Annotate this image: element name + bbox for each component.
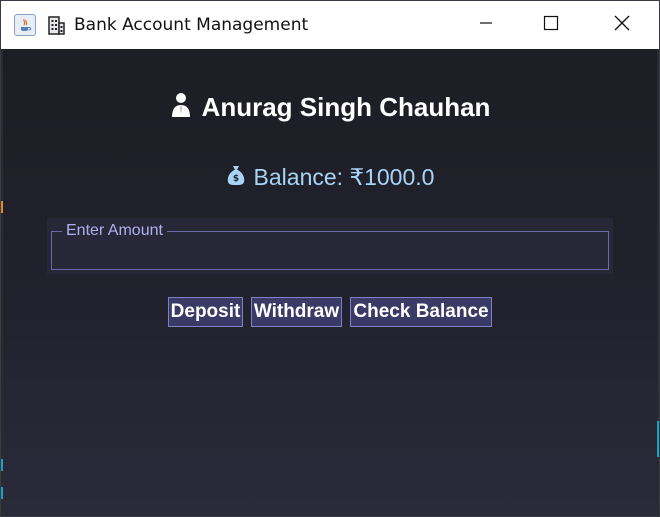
app-window: Bank Account Management Anurag Singh Cha… bbox=[0, 0, 660, 517]
right-window-edge bbox=[657, 49, 659, 516]
title-bar[interactable]: Bank Account Management bbox=[1, 1, 659, 49]
svg-text:$: $ bbox=[232, 174, 238, 184]
java-icon bbox=[14, 14, 36, 36]
user-header: Anurag Singh Chauhan bbox=[3, 89, 657, 125]
minimize-icon bbox=[479, 16, 493, 35]
check-balance-button[interactable]: Check Balance bbox=[350, 297, 492, 327]
withdraw-button[interactable]: Withdraw bbox=[251, 297, 342, 327]
amount-field-border: Enter Amount bbox=[51, 222, 609, 270]
minimize-button[interactable] bbox=[451, 1, 521, 49]
amount-field-label: Enter Amount bbox=[62, 222, 167, 240]
balance-display: $ Balance: ₹1000.0 bbox=[3, 161, 657, 193]
close-button[interactable] bbox=[587, 1, 657, 49]
account-panel: Anurag Singh Chauhan $ Balance: ₹1000.0 … bbox=[3, 49, 657, 516]
maximize-icon bbox=[543, 15, 559, 36]
amount-input[interactable] bbox=[58, 240, 602, 266]
close-icon bbox=[614, 15, 630, 36]
maximize-button[interactable] bbox=[516, 1, 586, 49]
money-bag-icon: $ bbox=[226, 164, 246, 191]
amount-panel: Enter Amount bbox=[47, 218, 613, 274]
window-title: Bank Account Management bbox=[74, 15, 309, 35]
balance-label: Balance: ₹1000.0 bbox=[253, 163, 435, 190]
edge-mark bbox=[657, 421, 659, 457]
account-holder-name: Anurag Singh Chauhan bbox=[201, 91, 491, 122]
person-icon bbox=[170, 92, 192, 123]
building-icon bbox=[45, 14, 67, 36]
deposit-button[interactable]: Deposit bbox=[168, 297, 243, 327]
